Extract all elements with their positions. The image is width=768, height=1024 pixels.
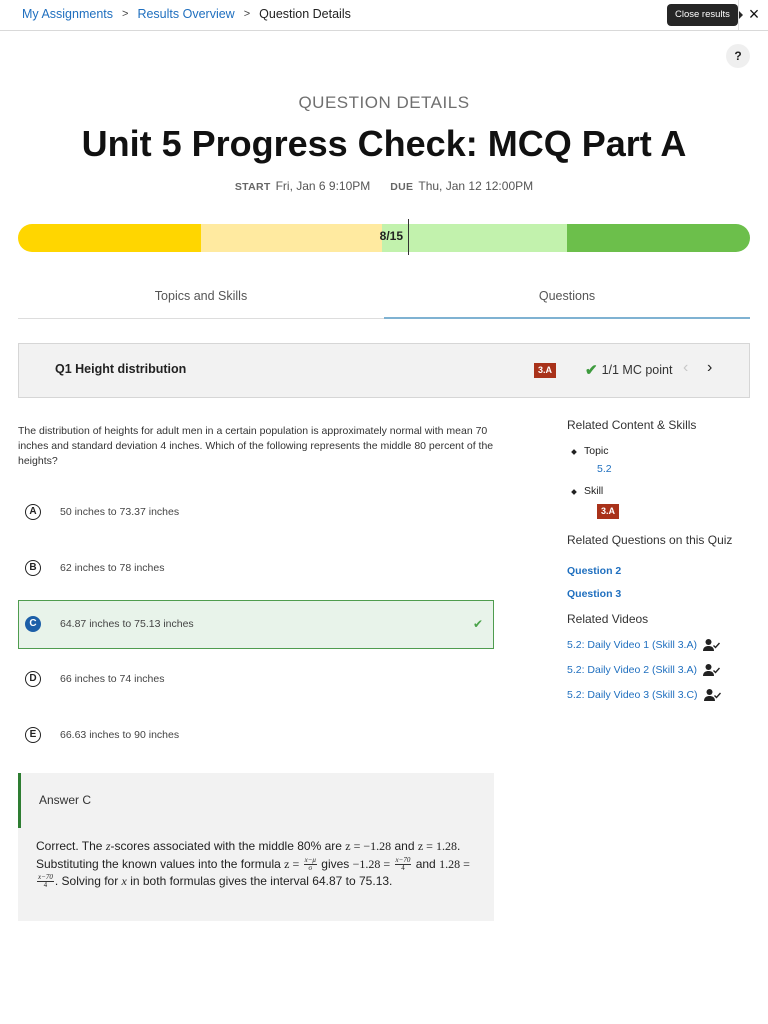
choice-text: 66.63 inches to 90 inches [60, 729, 180, 741]
breadcrumb-current: Question Details [259, 7, 351, 21]
formula-fraction: x−70 4 [394, 855, 412, 872]
close-icon[interactable]: × [744, 2, 764, 26]
choice-text: 64.87 inches to 75.13 inches [60, 618, 194, 630]
formula-fraction: x−μ σ [303, 855, 317, 872]
correct-check-icon: ✔ [472, 617, 483, 631]
choice-text: 62 inches to 78 inches [60, 562, 165, 574]
choice-text: 50 inches to 73.37 inches [60, 506, 180, 518]
formula-fraction: x−70 4 [37, 873, 54, 890]
related-question-link[interactable]: Question 2 [567, 565, 621, 577]
choice-letter-c: C [25, 616, 41, 632]
choice-letter-e: E [25, 727, 41, 743]
video-link[interactable]: 5.2: Daily Video 1 (Skill 3.A) [567, 639, 697, 651]
question-header: Q1 Height distribution 3.A ✔ 1/1 MC poin… [18, 343, 750, 398]
topic-link[interactable]: 5.2 [597, 463, 612, 475]
divider [738, 0, 739, 30]
score-segment-3 [384, 224, 567, 252]
skill-badge: 3.A [597, 504, 620, 519]
score-segment-4 [567, 224, 750, 252]
close-results-tooltip: Close results [667, 4, 743, 26]
choice-c[interactable]: C 64.87 inches to 75.13 inches ✔ [18, 600, 494, 649]
person-check-icon [702, 664, 720, 676]
question-title: Q1 Height distribution [55, 362, 187, 376]
previous-question-button[interactable]: ‹ [683, 359, 688, 377]
choice-letter-d: D [25, 671, 41, 687]
top-bar: My Assignments > Results Overview > Ques… [0, 0, 768, 31]
related-videos-heading: Related Videos [567, 612, 649, 626]
choice-d[interactable]: D 66 inches to 74 inches [18, 655, 494, 704]
tab-questions[interactable]: Questions [384, 284, 750, 319]
choice-e[interactable]: E 66.63 inches to 90 inches [18, 711, 494, 760]
due-label: DUE [390, 181, 414, 193]
answer-explanation: Correct. The z-scores associated with th… [36, 839, 470, 890]
question-stem: The distribution of heights for adult me… [18, 425, 494, 467]
related-questions-heading: Related Questions on this Quiz [567, 533, 733, 547]
check-icon: ✔ [585, 362, 598, 379]
person-check-icon [703, 689, 721, 701]
person-check-icon [702, 639, 720, 651]
video-link[interactable]: 5.2: Daily Video 3 (Skill 3.C) [567, 689, 698, 701]
choice-a[interactable]: A 50 inches to 73.37 inches [18, 488, 494, 537]
score-segment-1 [18, 224, 201, 252]
video-item: 5.2: Daily Video 1 (Skill 3.A) [567, 639, 720, 651]
page-title: Unit 5 Progress Check: MCQ Part A [81, 123, 687, 164]
points-text: 1/1 MC point [601, 363, 673, 377]
skill-badge: 3.A [534, 363, 557, 378]
chevron-right-icon: > [122, 8, 129, 20]
chevron-right-icon: > [243, 8, 251, 20]
next-question-button[interactable]: › [707, 359, 712, 377]
page-eyebrow: QUESTION DETAILS [298, 93, 470, 112]
skill-label: Skill [584, 485, 604, 497]
score-marker [408, 219, 409, 255]
points-status: ✔ 1/1 MC point [585, 361, 672, 379]
choice-letter-a: A [25, 504, 41, 520]
video-item: 5.2: Daily Video 2 (Skill 3.A) [567, 664, 720, 676]
video-link[interactable]: 5.2: Daily Video 2 (Skill 3.A) [567, 664, 697, 676]
breadcrumb-results-overview[interactable]: Results Overview [137, 7, 234, 21]
video-item: 5.2: Daily Video 3 (Skill 3.C) [567, 689, 721, 701]
choice-text: 66 inches to 74 inches [60, 673, 165, 685]
choice-b[interactable]: B 62 inches to 78 inches [18, 544, 494, 593]
assignment-dates: START Fri, Jan 6 9:10PM DUE Thu, Jan 12 12:… [0, 179, 768, 193]
tabs: Topics and Skills Questions [18, 284, 750, 319]
related-question-link[interactable]: Question 3 [567, 588, 621, 600]
help-button[interactable]: ? [726, 44, 750, 68]
breadcrumb: My Assignments > Results Overview > Ques… [22, 7, 351, 21]
start-value: Fri, Jan 6 9:10PM [275, 179, 371, 193]
tab-topics-and-skills[interactable]: Topics and Skills [18, 284, 384, 318]
topic-label: Topic [584, 445, 609, 457]
breadcrumb-my-assignments[interactable]: My Assignments [22, 7, 113, 21]
score-label: 8/15 [379, 229, 403, 243]
related-content-heading: Related Content & Skills [567, 418, 697, 432]
answer-panel: Answer C Correct. The z-scores associate… [18, 773, 494, 921]
answer-title: Answer C [39, 793, 92, 807]
choice-letter-b: B [25, 560, 41, 576]
due-value: Thu, Jan 12 12:00PM [418, 179, 534, 193]
start-label: START [234, 181, 271, 193]
answer-accent-bar [18, 773, 21, 828]
